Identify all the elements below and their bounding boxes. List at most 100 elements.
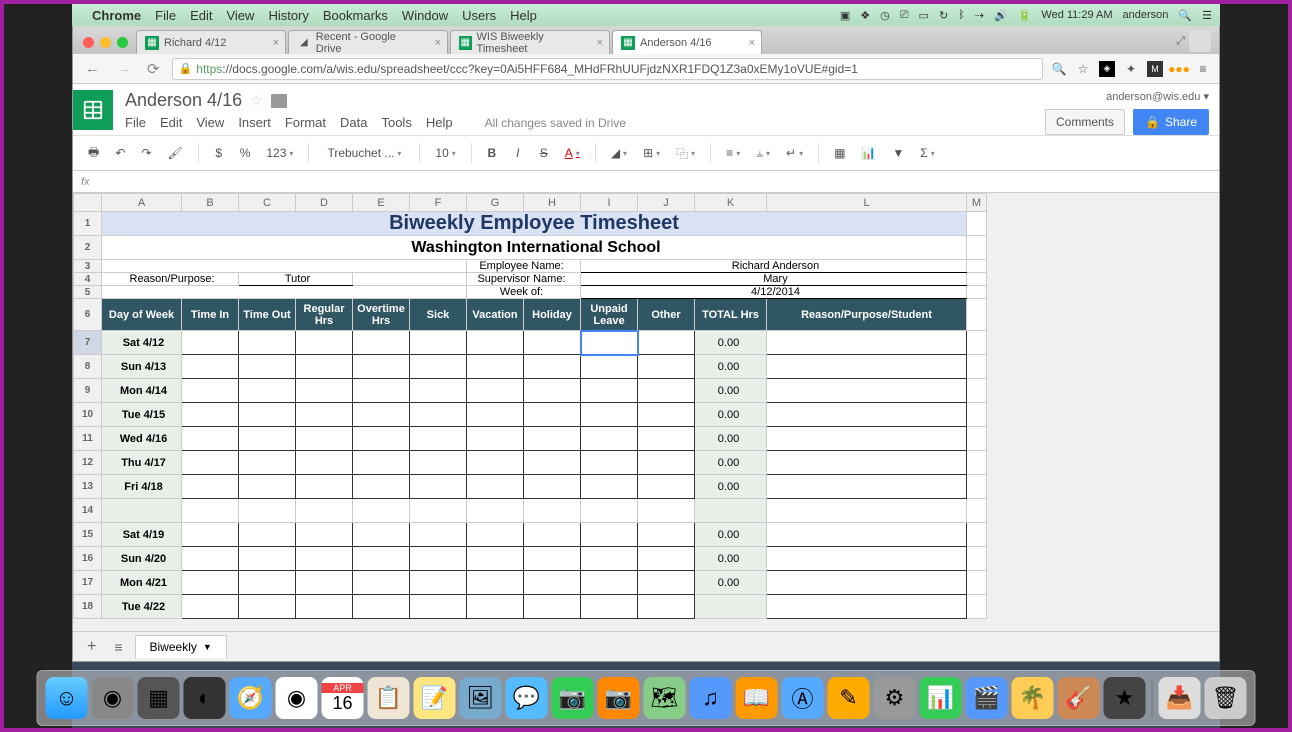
cell[interactable] bbox=[296, 571, 353, 595]
cell[interactable] bbox=[296, 379, 353, 403]
cell[interactable] bbox=[767, 499, 967, 523]
close-icon[interactable]: × bbox=[273, 37, 279, 49]
cell[interactable]: Mary bbox=[581, 273, 967, 286]
cell[interactable] bbox=[239, 403, 296, 427]
messages-icon[interactable]: 💬 bbox=[506, 677, 548, 719]
cell[interactable] bbox=[967, 260, 987, 273]
cell[interactable] bbox=[467, 331, 524, 355]
docs-menu-insert[interactable]: Insert bbox=[238, 115, 271, 130]
cell[interactable]: Time In bbox=[182, 299, 239, 331]
cell[interactable] bbox=[524, 427, 581, 451]
merge-button[interactable]: ⿻ bbox=[671, 142, 700, 165]
cell[interactable] bbox=[638, 475, 695, 499]
cell[interactable] bbox=[467, 475, 524, 499]
cell[interactable] bbox=[353, 427, 410, 451]
cell[interactable] bbox=[967, 273, 987, 286]
volume-icon[interactable]: 🔊 bbox=[994, 9, 1008, 22]
cell[interactable] bbox=[967, 475, 987, 499]
ext1-icon[interactable]: ◈ bbox=[1099, 61, 1115, 77]
cell[interactable] bbox=[524, 451, 581, 475]
cell[interactable] bbox=[524, 379, 581, 403]
window-close-button[interactable] bbox=[83, 37, 94, 48]
cell[interactable]: 15 bbox=[74, 523, 102, 547]
cell[interactable]: Holiday bbox=[524, 299, 581, 331]
sysprefs-icon[interactable]: ⚙ bbox=[874, 677, 916, 719]
user-menu[interactable]: anderson bbox=[1123, 9, 1169, 21]
appstore-icon[interactable]: Ⓐ bbox=[782, 677, 824, 719]
cell[interactable]: Reason/Purpose/Student bbox=[767, 299, 967, 331]
bold-button[interactable]: B bbox=[482, 143, 502, 163]
cell[interactable] bbox=[353, 355, 410, 379]
cell[interactable] bbox=[967, 331, 987, 355]
spotlight-icon[interactable]: 🔍 bbox=[1178, 9, 1192, 22]
cell[interactable] bbox=[581, 595, 638, 619]
cell[interactable] bbox=[182, 355, 239, 379]
cell[interactable] bbox=[74, 194, 102, 212]
docs-menu-file[interactable]: File bbox=[125, 115, 146, 130]
ext4-icon[interactable]: ●●● bbox=[1171, 61, 1187, 77]
cell[interactable] bbox=[296, 331, 353, 355]
folder-icon[interactable] bbox=[271, 94, 287, 108]
currency-button[interactable]: $ bbox=[209, 143, 229, 163]
cell[interactable] bbox=[581, 475, 638, 499]
cell[interactable]: Mon 4/14 bbox=[102, 379, 182, 403]
zoom-icon[interactable]: 🔍 bbox=[1051, 61, 1067, 77]
cell[interactable] bbox=[410, 475, 467, 499]
cell[interactable] bbox=[767, 523, 967, 547]
cell[interactable]: Employee Name: bbox=[467, 260, 581, 273]
close-icon[interactable]: × bbox=[749, 37, 755, 49]
cell[interactable] bbox=[524, 547, 581, 571]
docs-menu-help[interactable]: Help bbox=[426, 115, 453, 130]
all-sheets-button[interactable]: ≡ bbox=[108, 639, 128, 655]
cell[interactable] bbox=[581, 571, 638, 595]
keynote-icon[interactable]: 🎬 bbox=[966, 677, 1008, 719]
safari-icon[interactable]: 🧭 bbox=[230, 677, 272, 719]
address-field[interactable]: 🔒 https://docs.google.com/a/wis.edu/spre… bbox=[172, 58, 1043, 80]
chrome-menu-icon[interactable]: ≡ bbox=[1195, 61, 1211, 77]
cell[interactable] bbox=[581, 451, 638, 475]
ext3-icon[interactable]: M bbox=[1147, 61, 1163, 77]
cell[interactable] bbox=[239, 499, 296, 523]
cell[interactable] bbox=[695, 499, 767, 523]
cell[interactable]: C bbox=[239, 194, 296, 212]
cell[interactable]: H bbox=[524, 194, 581, 212]
cell[interactable]: Mon 4/21 bbox=[102, 571, 182, 595]
cell[interactable] bbox=[239, 475, 296, 499]
cell[interactable] bbox=[581, 523, 638, 547]
cell[interactable] bbox=[353, 379, 410, 403]
star-icon[interactable]: ☆ bbox=[1075, 61, 1091, 77]
dashboard-icon[interactable]: ◐ bbox=[184, 677, 226, 719]
filter-button[interactable]: ▼ bbox=[887, 143, 909, 163]
cell[interactable]: 9 bbox=[74, 379, 102, 403]
cell[interactable]: 3 bbox=[74, 260, 102, 273]
dropbox-icon[interactable]: ❖ bbox=[860, 9, 870, 22]
window-zoom-button[interactable] bbox=[117, 37, 128, 48]
cell[interactable] bbox=[638, 355, 695, 379]
cell[interactable]: 5 bbox=[74, 286, 102, 299]
docs-menu-format[interactable]: Format bbox=[285, 115, 326, 130]
itunes-icon[interactable]: ♫ bbox=[690, 677, 732, 719]
doc-title[interactable]: Anderson 4/16 bbox=[125, 90, 242, 111]
cell[interactable] bbox=[967, 451, 987, 475]
sheet-tab-biweekly[interactable]: Biweekly▼ bbox=[135, 635, 227, 658]
cell[interactable] bbox=[767, 547, 967, 571]
cell[interactable] bbox=[410, 379, 467, 403]
cell[interactable] bbox=[767, 451, 967, 475]
cell[interactable] bbox=[767, 475, 967, 499]
cell[interactable]: Overtime Hrs bbox=[353, 299, 410, 331]
docs-menu-data[interactable]: Data bbox=[340, 115, 367, 130]
menu-edit[interactable]: Edit bbox=[190, 8, 212, 23]
italic-button[interactable]: I bbox=[508, 143, 528, 163]
number-format-button[interactable]: 123 bbox=[261, 143, 298, 163]
cell[interactable] bbox=[410, 403, 467, 427]
cell[interactable] bbox=[182, 427, 239, 451]
docs-user[interactable]: anderson@wis.edu ▾ bbox=[1106, 90, 1209, 103]
halign-button[interactable]: ≡ bbox=[721, 143, 745, 163]
add-sheet-button[interactable]: + bbox=[81, 638, 102, 656]
cell[interactable] bbox=[410, 451, 467, 475]
trash-icon[interactable]: 🗑 bbox=[1205, 677, 1247, 719]
cell[interactable]: J bbox=[638, 194, 695, 212]
fullscreen-icon[interactable]: ⤢ bbox=[1176, 35, 1185, 48]
cell[interactable] bbox=[182, 499, 239, 523]
link-button[interactable]: ▦ bbox=[829, 143, 850, 163]
